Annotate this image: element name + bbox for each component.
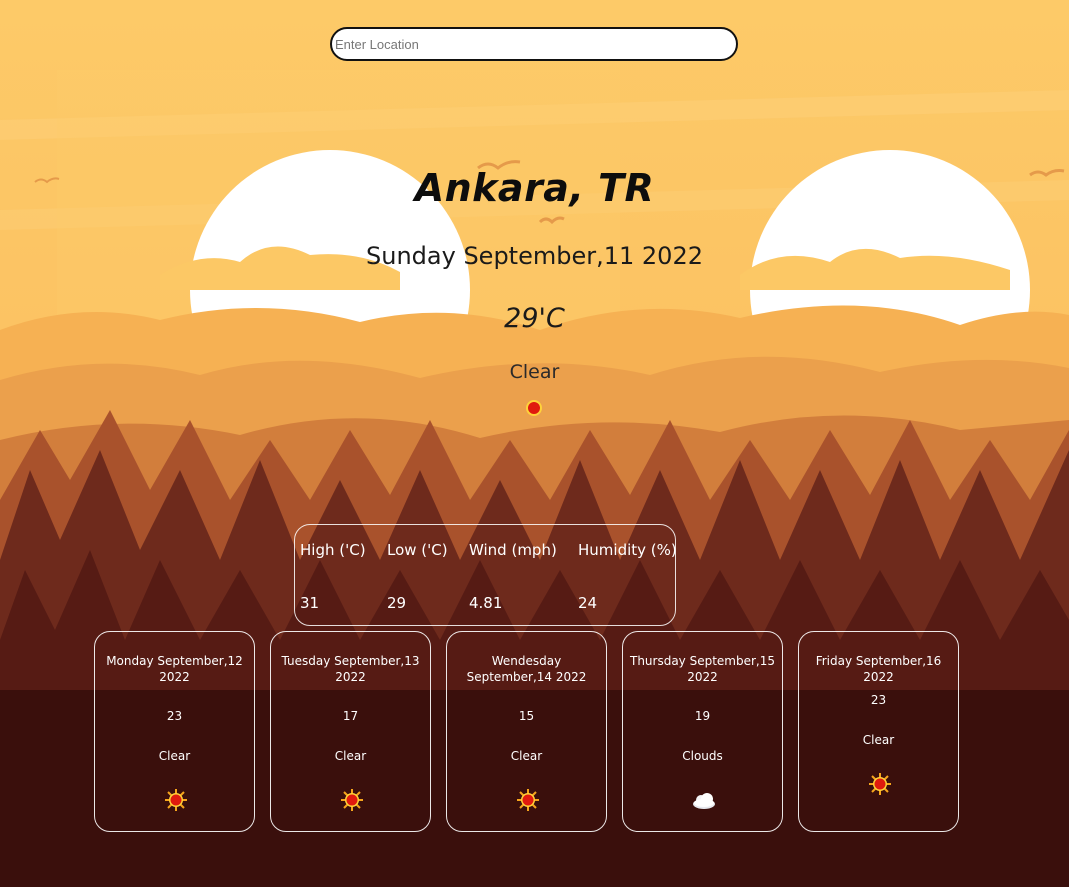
forecast-condition: Clouds	[682, 749, 723, 763]
cloud-icon	[693, 793, 715, 809]
stat-header-high: High ('C)	[300, 541, 366, 559]
forecast-card-friday: Friday September,16 2022 23 Clear	[798, 631, 959, 832]
search-input[interactable]	[330, 27, 738, 61]
current-date: Sunday September,11 2022	[366, 242, 703, 270]
stats-panel: High ('C) Low ('C) Wind (mph) Humidity (…	[294, 524, 677, 626]
stat-value-humidity: 24	[578, 594, 598, 612]
sun-icon	[341, 789, 363, 811]
forecast-date: Thursday September,15 2022	[629, 654, 776, 684]
forecast-temp: 17	[342, 709, 359, 723]
stat-value-high: 31	[300, 594, 320, 612]
forecast-card-tuesday: Tuesday September,13 2022 17 Clear	[270, 631, 431, 832]
forecast-temp: 23	[870, 693, 887, 707]
forecast-condition: Clear	[158, 749, 191, 763]
sun-icon	[869, 773, 891, 795]
forecast-condition: Clear	[862, 733, 895, 747]
city-title: Ankara, TR	[414, 166, 655, 210]
stat-value-low: 29	[387, 594, 407, 612]
forecast-temp: 23	[166, 709, 183, 723]
stat-header-humidity: Humidity (%)	[578, 541, 677, 559]
sun-icon	[526, 400, 542, 416]
stat-value-wind: 4.81	[469, 594, 503, 612]
stat-header-wind: Wind (mph)	[469, 541, 557, 559]
forecast-card-monday: Monday September,12 2022 23 Clear	[94, 631, 255, 832]
current-condition: Clear	[509, 361, 560, 383]
forecast-condition: Clear	[334, 749, 367, 763]
forecast-temp: 15	[518, 709, 535, 723]
forecast-card-thursday: Thursday September,15 2022 19 Clouds	[622, 631, 783, 832]
forecast-date: Friday September,16 2022	[815, 654, 942, 684]
forecast-card-wednesday: Wendesday September,14 2022 15 Clear	[446, 631, 607, 832]
forecast-date: Monday September,12 2022	[106, 654, 243, 684]
forecast-date: Wendesday September,14 2022	[466, 654, 587, 684]
current-temperature: 29'C	[504, 303, 565, 334]
forecast-condition: Clear	[510, 749, 543, 763]
sun-icon	[517, 789, 539, 811]
stat-header-low: Low ('C)	[387, 541, 448, 559]
forecast-date: Tuesday September,13 2022	[281, 654, 420, 684]
sun-icon	[165, 789, 187, 811]
forecast-temp: 19	[694, 709, 711, 723]
